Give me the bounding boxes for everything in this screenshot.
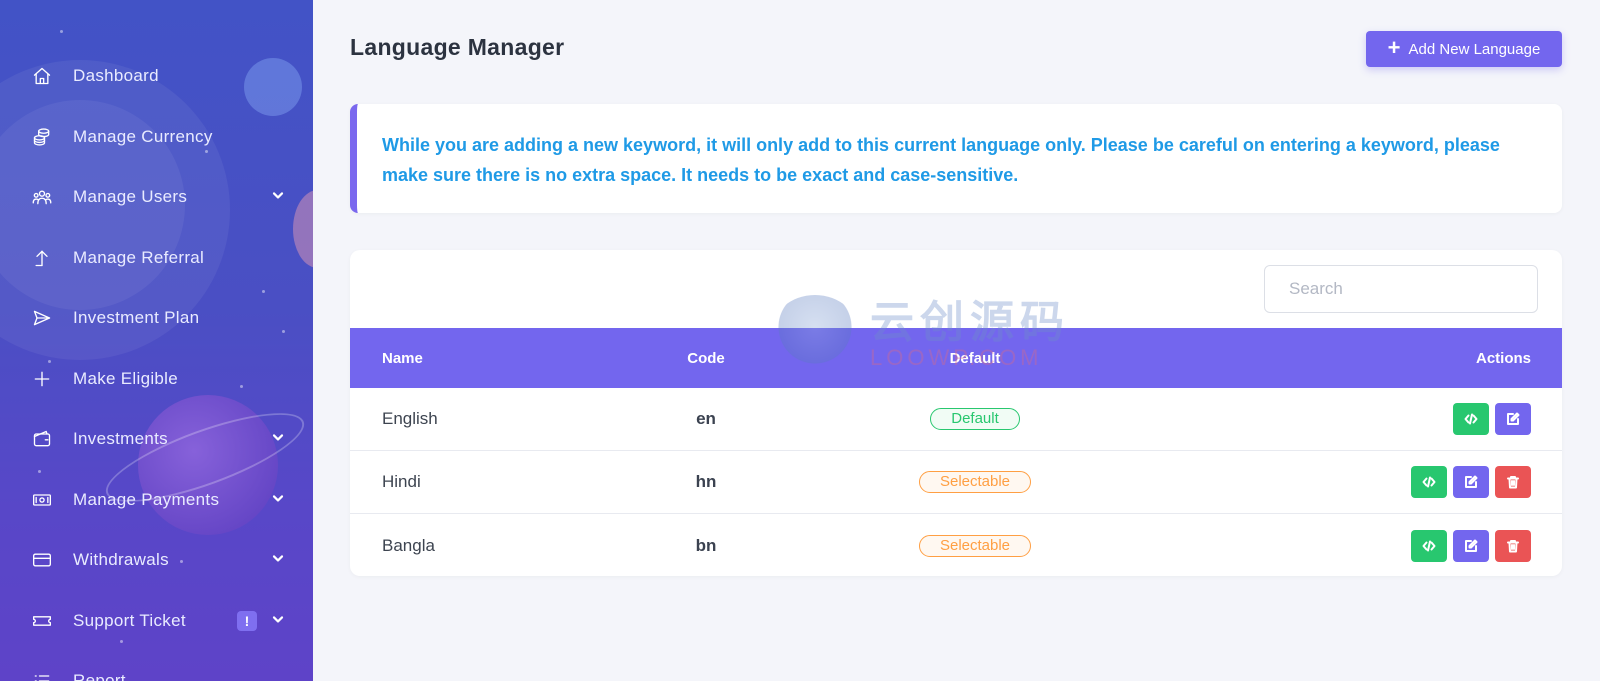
trash-icon bbox=[1507, 539, 1519, 552]
add-new-language-label: Add New Language bbox=[1408, 40, 1541, 58]
table-header: Name Code Default Actions bbox=[350, 328, 1562, 388]
sidebar-item-make-eligible[interactable]: Make Eligible bbox=[0, 349, 313, 410]
row-actions bbox=[1411, 514, 1531, 576]
sidebar-item-label: Support Ticket bbox=[73, 610, 186, 630]
sidebar-item-label: Investment Plan bbox=[73, 308, 200, 328]
sidebar-item-label: Investments bbox=[73, 429, 168, 449]
sidebar-item-dashboard[interactable]: Dashboard bbox=[0, 46, 313, 107]
language-code: en bbox=[696, 409, 716, 428]
list-icon bbox=[30, 669, 54, 681]
edit-icon bbox=[1507, 412, 1520, 425]
column-header-name: Name bbox=[382, 349, 423, 367]
sidebar-item-withdrawals[interactable]: Withdrawals bbox=[0, 530, 313, 591]
delete-language-button[interactable] bbox=[1495, 529, 1531, 562]
row-actions bbox=[1411, 451, 1531, 513]
chevron-down-icon bbox=[271, 552, 285, 571]
plus-icon: + bbox=[1387, 35, 1401, 60]
sidebar: Dashboard Manage Currency Manage Users M… bbox=[0, 0, 313, 681]
coins-icon bbox=[30, 125, 54, 149]
edit-language-button[interactable] bbox=[1453, 529, 1489, 562]
edit-icon bbox=[1465, 475, 1478, 488]
edit-keywords-button[interactable] bbox=[1411, 529, 1447, 562]
sidebar-item-label: Manage Payments bbox=[73, 489, 220, 509]
sidebar-nav: Dashboard Manage Currency Manage Users M… bbox=[0, 46, 313, 681]
sidebar-item-label: Manage Users bbox=[73, 187, 188, 207]
row-actions bbox=[1453, 388, 1531, 450]
notice-text: While you are adding a new keyword, it w… bbox=[382, 135, 1500, 185]
users-icon bbox=[30, 185, 54, 209]
code-icon bbox=[1422, 476, 1436, 488]
sidebar-item-support-ticket[interactable]: Support Ticket ! bbox=[0, 591, 313, 652]
chevron-down-icon bbox=[271, 491, 285, 510]
ticket-icon bbox=[30, 609, 54, 633]
sidebar-item-report[interactable]: Report bbox=[0, 651, 313, 681]
code-icon bbox=[1422, 540, 1436, 551]
edit-icon bbox=[1465, 539, 1478, 552]
status-cell: Default bbox=[900, 388, 1050, 450]
language-code: hn bbox=[695, 472, 717, 491]
column-header-code: Code bbox=[687, 349, 725, 367]
sidebar-item-label: Report bbox=[73, 671, 126, 681]
sidebar-item-manage-referral[interactable]: Manage Referral bbox=[0, 228, 313, 289]
edit-keywords-button[interactable] bbox=[1411, 466, 1447, 498]
language-table-card: Name Code Default Actions English en Def… bbox=[350, 250, 1562, 576]
status-badge: Selectable bbox=[918, 471, 1032, 493]
code-icon bbox=[1464, 413, 1478, 425]
chevron-down-icon bbox=[271, 612, 285, 631]
language-name: Bangla bbox=[382, 535, 435, 555]
page-title: Language Manager bbox=[350, 34, 565, 60]
table-row: Bangla bn Selectable bbox=[350, 514, 1562, 576]
column-header-actions: Actions bbox=[1475, 349, 1531, 367]
sidebar-item-label: Make Eligible bbox=[73, 368, 179, 388]
edit-language-button[interactable] bbox=[1495, 403, 1531, 435]
chevron-down-icon bbox=[271, 431, 285, 450]
delete-language-button[interactable] bbox=[1495, 466, 1531, 498]
plus-icon bbox=[30, 367, 54, 391]
card-icon bbox=[30, 548, 54, 572]
home-icon bbox=[30, 64, 54, 88]
sidebar-item-label: Manage Referral bbox=[73, 247, 205, 267]
status-cell: Selectable bbox=[900, 451, 1050, 513]
table-row: English en Default bbox=[350, 388, 1562, 451]
language-name: Hindi bbox=[382, 472, 421, 491]
sidebar-item-label: Withdrawals bbox=[73, 550, 169, 570]
sidebar-item-manage-users[interactable]: Manage Users bbox=[0, 167, 313, 228]
search-input[interactable] bbox=[1264, 265, 1538, 313]
wallet-icon bbox=[30, 427, 54, 451]
trash-icon bbox=[1507, 476, 1519, 489]
edit-keywords-button[interactable] bbox=[1453, 403, 1489, 435]
table-row: Hindi hn Selectable bbox=[350, 451, 1562, 514]
status-badge: Default bbox=[930, 408, 1020, 430]
money-icon bbox=[30, 488, 54, 512]
sidebar-item-label: Dashboard bbox=[73, 66, 159, 86]
status-cell: Selectable bbox=[900, 514, 1050, 576]
add-new-language-button[interactable]: + Add New Language bbox=[1366, 31, 1562, 67]
arrow-up-icon bbox=[30, 246, 54, 270]
sidebar-item-label: Manage Currency bbox=[73, 126, 213, 146]
column-header-default: Default bbox=[949, 349, 1001, 367]
sidebar-item-manage-currency[interactable]: Manage Currency bbox=[0, 107, 313, 168]
edit-language-button[interactable] bbox=[1453, 466, 1489, 498]
notification-badge: ! bbox=[237, 610, 257, 631]
info-notice: While you are adding a new keyword, it w… bbox=[350, 104, 1562, 213]
sidebar-item-investments[interactable]: Investments bbox=[0, 409, 313, 470]
chevron-down-icon bbox=[271, 189, 285, 208]
sidebar-star bbox=[60, 30, 63, 33]
sidebar-item-investment-plan[interactable]: Investment Plan bbox=[0, 288, 313, 349]
language-name: English bbox=[382, 409, 438, 428]
send-icon bbox=[30, 306, 54, 330]
sidebar-item-manage-payments[interactable]: Manage Payments bbox=[0, 470, 313, 531]
language-code: bn bbox=[695, 535, 717, 555]
status-badge: Selectable bbox=[918, 534, 1032, 557]
